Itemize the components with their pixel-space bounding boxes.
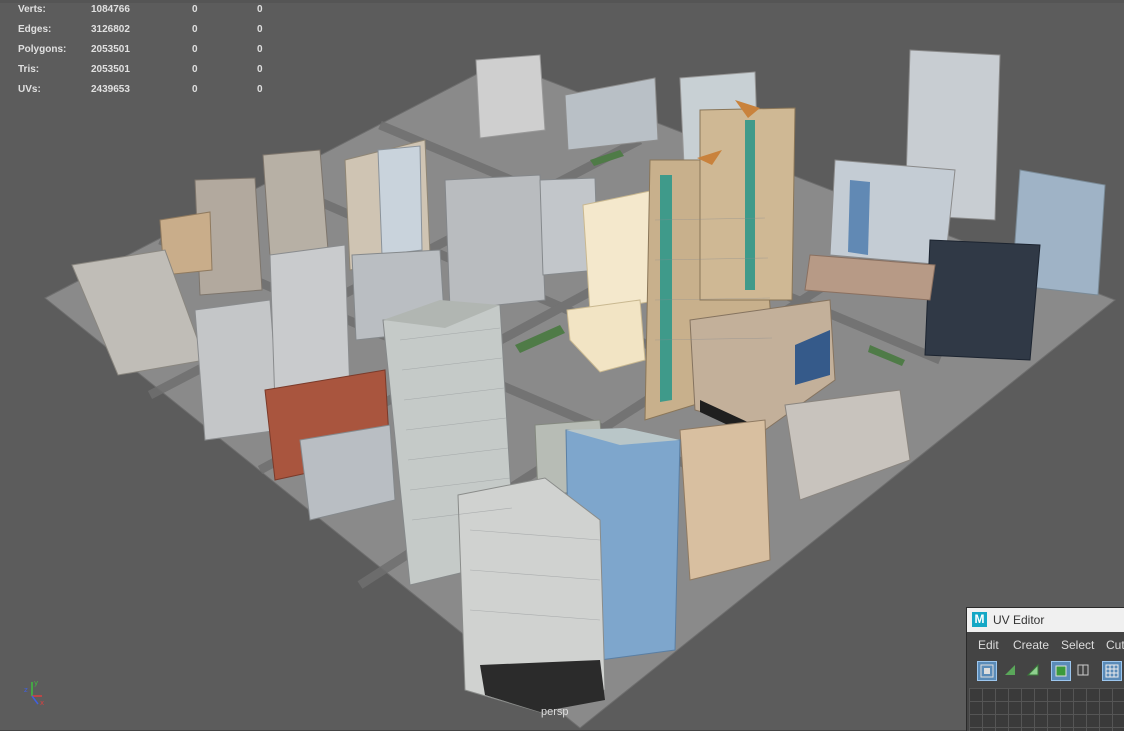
uv-grid-icon[interactable] bbox=[1102, 661, 1122, 681]
hud-label: Edges: bbox=[18, 24, 52, 35]
hud-value: 3126802 bbox=[91, 24, 130, 35]
uv-editor-panel[interactable]: M UV Editor Edit Create Select Cut bbox=[966, 607, 1124, 731]
hud-value: 0 bbox=[192, 24, 198, 35]
axis-gizmo-icon: y x z bbox=[24, 679, 44, 707]
3d-viewport[interactable]: Verts: 1084766 0 0 Edges: 3126802 0 0 Po… bbox=[0, 0, 1124, 730]
uv-tri-filled-icon[interactable] bbox=[1024, 661, 1044, 681]
hud-value: 0 bbox=[192, 44, 198, 55]
uv-box-outline-icon[interactable] bbox=[1074, 661, 1094, 681]
axis-x-label: x bbox=[40, 699, 44, 707]
axis-y-label: y bbox=[34, 679, 38, 687]
camera-label: persp bbox=[541, 706, 569, 718]
menu-create[interactable]: Create bbox=[1013, 638, 1049, 652]
hud-value: 0 bbox=[257, 84, 263, 95]
hud-value: 2439653 bbox=[91, 84, 130, 95]
hud-label: Polygons: bbox=[18, 44, 67, 55]
hud-value: 0 bbox=[257, 4, 263, 15]
hud-value: 2053501 bbox=[91, 44, 130, 55]
uv-shell-icon[interactable] bbox=[977, 661, 997, 681]
menu-cut[interactable]: Cut bbox=[1106, 638, 1124, 652]
hud-value: 1084766 bbox=[91, 4, 130, 15]
hud-value: 0 bbox=[192, 84, 198, 95]
hud-value: 2053501 bbox=[91, 64, 130, 75]
building-back-1 bbox=[475, 54, 546, 139]
uv-editor-toolbar bbox=[967, 658, 1124, 686]
uv-canvas-grid[interactable] bbox=[969, 688, 1124, 731]
menu-select[interactable]: Select bbox=[1061, 638, 1094, 652]
hud-value: 0 bbox=[257, 24, 263, 35]
uv-tri-icon[interactable] bbox=[1001, 661, 1021, 681]
uv-editor-title: UV Editor bbox=[993, 613, 1045, 627]
hud-value: 0 bbox=[192, 64, 198, 75]
hud-value: 0 bbox=[257, 64, 263, 75]
hud-value: 0 bbox=[257, 44, 263, 55]
hud-value: 0 bbox=[192, 4, 198, 15]
hud-label: Tris: bbox=[18, 64, 40, 75]
hud-label: Verts: bbox=[18, 4, 46, 15]
hud-label: UVs: bbox=[18, 84, 41, 95]
uv-box-icon[interactable] bbox=[1051, 661, 1071, 681]
uv-editor-titlebar[interactable]: M UV Editor bbox=[967, 608, 1124, 632]
menu-edit[interactable]: Edit bbox=[978, 638, 999, 652]
uv-editor-menubar: Edit Create Select Cut bbox=[967, 634, 1124, 656]
maya-logo-icon: M bbox=[972, 612, 987, 627]
city-scene[interactable] bbox=[0, 0, 1124, 730]
axis-z-label: z bbox=[24, 686, 28, 694]
